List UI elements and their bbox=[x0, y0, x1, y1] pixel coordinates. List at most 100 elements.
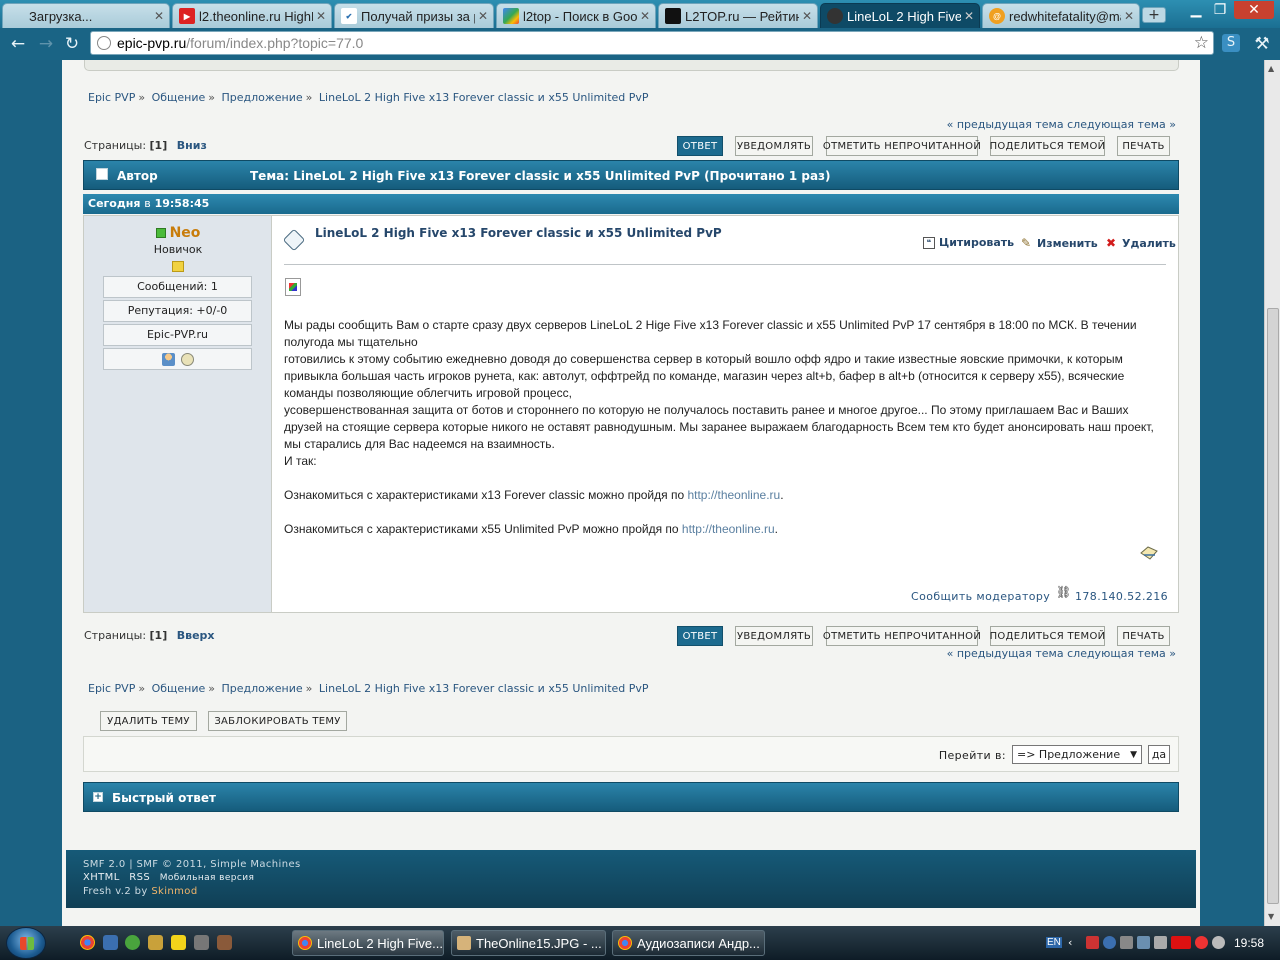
tab-label: redwhitefatality@mail bbox=[1009, 8, 1121, 24]
new-tab-button[interactable]: + bbox=[1142, 7, 1166, 23]
tab-forum-active[interactable]: LineLoL 2 High Five x ✕ bbox=[820, 3, 980, 28]
scroll-up-icon[interactable]: ▲ bbox=[1268, 64, 1274, 73]
rss-link[interactable]: RSS bbox=[129, 872, 150, 883]
forward-icon[interactable]: → bbox=[36, 34, 56, 54]
poster-ip-link[interactable]: 178.140.52.216 bbox=[1075, 590, 1168, 603]
next-topic-link[interactable]: следующая тема » bbox=[1067, 118, 1176, 131]
mark-unread-button-bottom[interactable]: ОТМЕТИТЬ НЕПРОЧИТАННОЙ bbox=[823, 626, 981, 646]
skype-icon[interactable]: S bbox=[1222, 34, 1240, 52]
breadcrumb-link-topic[interactable]: LineLoL 2 High Five x13 Forever classic … bbox=[319, 91, 649, 104]
language-indicator[interactable]: EN bbox=[1046, 937, 1062, 948]
close-icon[interactable]: ✕ bbox=[802, 9, 812, 23]
close-icon[interactable]: ✕ bbox=[1124, 9, 1134, 23]
start-button[interactable] bbox=[6, 927, 46, 959]
restore-icon[interactable]: ❐ bbox=[1210, 1, 1230, 19]
network-icon[interactable] bbox=[1103, 936, 1116, 949]
report-to-moderator-link[interactable]: Сообщить модератору bbox=[911, 590, 1050, 603]
utorrent-icon[interactable] bbox=[125, 935, 140, 950]
quote-button[interactable]: ❝ Цитировать bbox=[923, 236, 1014, 249]
jump-to-select[interactable]: => Предложение ▼ bbox=[1012, 745, 1142, 764]
address-bar[interactable]: epic-pvp.ru/forum/index.php?topic=77.0 ☆ bbox=[90, 31, 1214, 55]
display-icon[interactable] bbox=[1137, 936, 1150, 949]
close-icon[interactable]: ✕ bbox=[640, 9, 650, 23]
post-subject[interactable]: LineLoL 2 High Five x13 Forever classic … bbox=[315, 226, 722, 240]
reload-icon[interactable]: ↻ bbox=[62, 34, 82, 54]
tank-icon[interactable] bbox=[194, 935, 209, 950]
next-topic-link[interactable]: следующая тема » bbox=[1067, 647, 1176, 660]
quick-quote-icon[interactable] bbox=[1140, 546, 1158, 560]
theonline-link-x55[interactable]: http://theonline.ru bbox=[682, 522, 775, 536]
delete-topic-button[interactable]: УДАЛИТЬ ТЕМУ bbox=[100, 711, 197, 731]
settings-icon[interactable] bbox=[1212, 936, 1225, 949]
breadcrumb-link-general[interactable]: Общение bbox=[152, 682, 206, 695]
clock[interactable]: 19:58 bbox=[1234, 936, 1264, 950]
app-icon[interactable] bbox=[217, 935, 232, 950]
tab-prizes[interactable]: ✔ Получай призы за ра ✕ bbox=[334, 3, 494, 28]
wrench-icon[interactable]: ⚒ bbox=[1252, 34, 1272, 54]
reply-button[interactable]: ОТВЕТ bbox=[677, 136, 723, 156]
tab-loading[interactable]: Загрузка... ✕ bbox=[2, 3, 170, 28]
breadcrumb-link-general[interactable]: Общение bbox=[152, 91, 206, 104]
share-topic-button-bottom[interactable]: ПОДЕЛИТЬСЯ ТЕМОЙ bbox=[990, 626, 1105, 646]
tab-google-search[interactable]: l2top - Поиск в Goog ✕ bbox=[496, 3, 656, 28]
post-tag-icon bbox=[282, 228, 306, 252]
tools-icon[interactable] bbox=[148, 935, 163, 950]
notify-button[interactable]: УВЕДОМЛЯТЬ bbox=[735, 136, 813, 156]
task-audio-browser[interactable]: Аудиозаписи Андр... bbox=[612, 930, 765, 956]
edit-button[interactable]: ✎ Изменить bbox=[1019, 236, 1098, 250]
share-topic-button[interactable]: ПОДЕЛИТЬСЯ ТЕМОЙ bbox=[990, 136, 1105, 156]
lock-topic-button[interactable]: ЗАБЛОКИРОВАТЬ ТЕМУ bbox=[208, 711, 347, 731]
ati-icon[interactable] bbox=[1171, 936, 1191, 949]
theonline-link-x13[interactable]: http://theonline.ru bbox=[687, 488, 780, 502]
poster-name[interactable]: Neo bbox=[170, 225, 201, 241]
xhtml-link[interactable]: XHTML bbox=[83, 872, 120, 883]
prev-topic-link[interactable]: « предыдущая тема bbox=[947, 118, 1064, 131]
profile-icon[interactable] bbox=[161, 352, 175, 366]
mobile-version-link[interactable]: Мобильная версия bbox=[160, 873, 255, 883]
stop-icon[interactable] bbox=[1195, 936, 1208, 949]
page-scrollbar[interactable]: ▲ ▼ bbox=[1264, 60, 1280, 926]
steam-icon[interactable] bbox=[1120, 936, 1133, 949]
breadcrumb-link-topic[interactable]: LineLoL 2 High Five x13 Forever classic … bbox=[319, 682, 649, 695]
mark-unread-button[interactable]: ОТМЕТИТЬ НЕПРОЧИТАННОЙ bbox=[823, 136, 981, 156]
breadcrumb-link-home[interactable]: Epic PVP bbox=[88, 91, 135, 104]
tab-theonline[interactable]: ▶ l2.theonline.ru HighFi ✕ bbox=[172, 3, 332, 28]
bookmark-star-icon[interactable]: ☆ bbox=[1194, 33, 1209, 53]
scroll-thumb[interactable] bbox=[1267, 308, 1279, 904]
chrome-icon[interactable] bbox=[80, 935, 95, 950]
breadcrumb-link-suggestions[interactable]: Предложение bbox=[221, 91, 302, 104]
scroll-down-icon[interactable]: ▼ bbox=[1268, 912, 1274, 921]
expand-icon[interactable]: + bbox=[93, 792, 103, 802]
go-down-link[interactable]: Вниз bbox=[177, 139, 207, 152]
close-icon[interactable]: ✕ bbox=[478, 9, 488, 23]
quick-reply-bar[interactable]: + Быстрый ответ bbox=[83, 782, 1179, 812]
desktop-icon[interactable] bbox=[103, 935, 118, 950]
tab-mail[interactable]: @ redwhitefatality@mail ✕ bbox=[982, 3, 1140, 28]
delete-button[interactable]: ✖ Удалить bbox=[1104, 236, 1176, 250]
tray-expand-icon[interactable]: ‹ bbox=[1068, 936, 1081, 949]
prev-topic-link[interactable]: « предыдущая тема bbox=[947, 647, 1064, 660]
device-icon[interactable] bbox=[1154, 936, 1167, 949]
antivirus-icon[interactable] bbox=[1086, 936, 1099, 949]
close-icon[interactable]: ✕ bbox=[316, 9, 326, 23]
breadcrumb-link-suggestions[interactable]: Предложение bbox=[221, 682, 302, 695]
task-image-viewer[interactable]: TheOnline15.JPG - ... bbox=[451, 930, 606, 956]
jump-go-button[interactable]: да bbox=[1148, 745, 1170, 764]
back-icon[interactable]: ← bbox=[8, 34, 28, 54]
close-window-icon[interactable]: ✕ bbox=[1234, 1, 1274, 19]
minimize-icon[interactable]: ▁ bbox=[1186, 1, 1206, 19]
breadcrumb-link-home[interactable]: Epic PVP bbox=[88, 682, 135, 695]
go-up-link[interactable]: Вверх bbox=[177, 629, 215, 642]
game-icon[interactable] bbox=[171, 935, 186, 950]
print-button-bottom[interactable]: ПЕЧАТЬ bbox=[1117, 626, 1170, 646]
reply-button-bottom[interactable]: ОТВЕТ bbox=[677, 626, 723, 646]
task-forum-browser[interactable]: LineLoL 2 High Five... bbox=[292, 930, 444, 956]
close-icon[interactable]: ✕ bbox=[154, 9, 164, 23]
print-button[interactable]: ПЕЧАТЬ bbox=[1117, 136, 1170, 156]
message-bubble-icon[interactable] bbox=[180, 352, 194, 366]
skinmod-link[interactable]: Skinmod bbox=[151, 886, 197, 897]
tab-l2top[interactable]: L2TOP.ru — Рейтинг ✕ bbox=[658, 3, 818, 28]
notify-button-bottom[interactable]: УВЕДОМЛЯТЬ bbox=[735, 626, 813, 646]
page-viewport: Epic PVP» Общение» Предложение» LineLoL … bbox=[0, 60, 1264, 926]
close-icon[interactable]: ✕ bbox=[964, 9, 974, 23]
